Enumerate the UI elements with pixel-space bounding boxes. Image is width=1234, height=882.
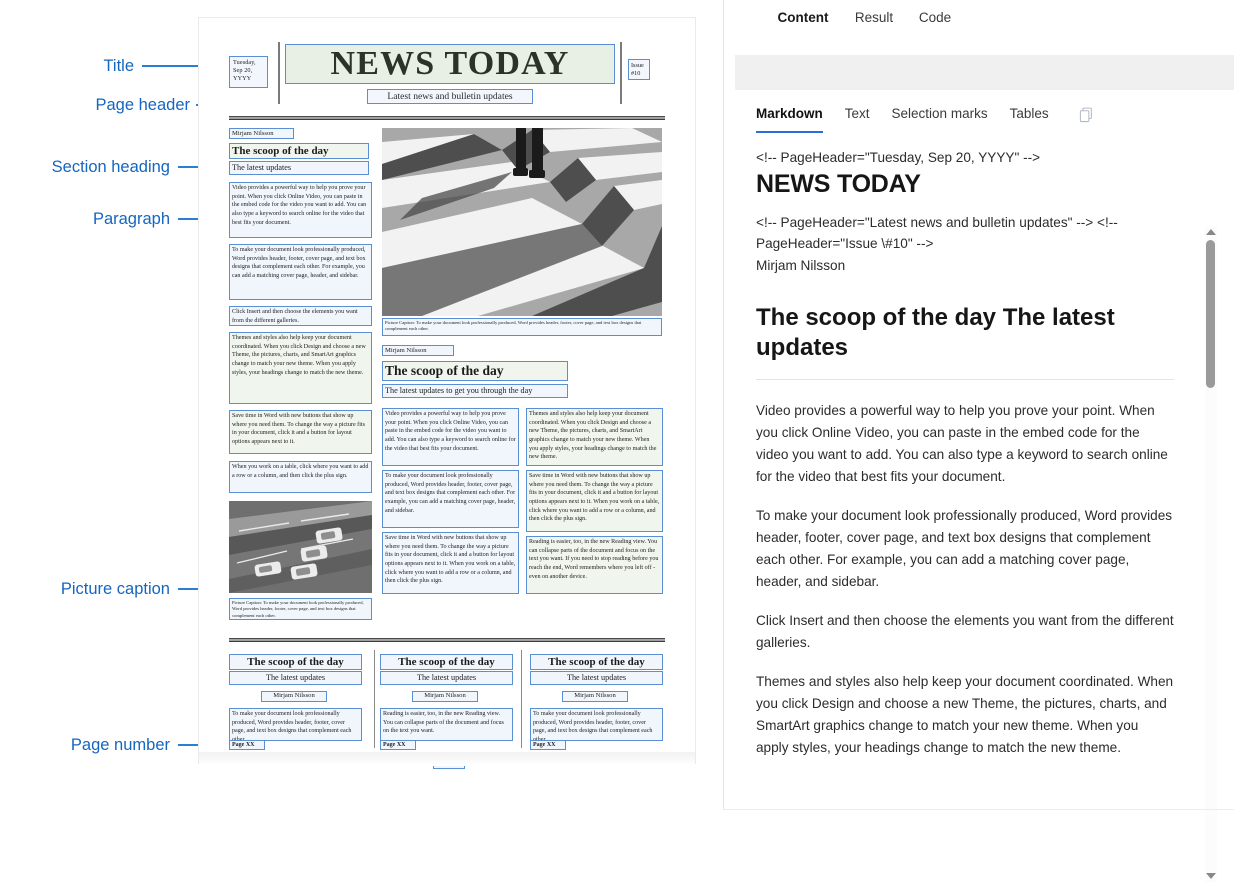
- markdown-paragraph-2: To make your document look professionall…: [756, 507, 1173, 589]
- subtab-selection-marks[interactable]: Selection marks: [892, 106, 988, 124]
- annotation-label-picture-caption: Picture caption: [60, 580, 170, 598]
- masthead-subtitle: Latest news and bulletin updates: [367, 89, 533, 104]
- bottom-card-3-subheading: The latest updates: [530, 671, 663, 685]
- markdown-paragraph-4: Themes and styles also help keep your do…: [756, 673, 1174, 755]
- annotation-label-title: Title: [103, 57, 134, 75]
- vertical-scrollbar[interactable]: [1205, 226, 1217, 882]
- section-two-heading: The scoop of the day: [382, 361, 568, 381]
- annotation-label-page-header: Page header: [95, 96, 191, 114]
- bottom-card-2-body: Reading is easier, too, in the new Readi…: [380, 708, 513, 741]
- annotation-label-paragraph: Paragraph: [92, 210, 170, 228]
- document-page: Tuesday, Sep 20, YYYY NEWS TODAY Latest …: [199, 18, 695, 769]
- bottom-card-1-heading: The scoop of the day: [229, 654, 362, 670]
- subtab-markdown-label: Markdown: [756, 106, 823, 121]
- issue-line-1: Issue: [631, 62, 644, 69]
- annotation-label-page-number: Page number: [70, 736, 170, 754]
- sub-tab-bar: Markdown Text Selection marks Tables: [756, 100, 1094, 133]
- section-two-byline: Mirjam Nilsson: [382, 345, 454, 356]
- masthead-title: NEWS TODAY: [285, 44, 615, 84]
- subtab-selection-marks-label: Selection marks: [891, 106, 988, 121]
- tab-result[interactable]: Result: [842, 0, 906, 35]
- bottom-card-3-heading: The scoop of the day: [530, 654, 663, 670]
- bottom-card-3-byline: Mirjam Nilsson: [562, 691, 628, 702]
- markdown-paragraph-3: Click Insert and then choose the element…: [756, 612, 1174, 650]
- bottom-card-3-body: To make your document look professionall…: [530, 708, 663, 741]
- masthead-date: Tuesday, Sep 20, YYYY: [229, 56, 268, 88]
- scrollbar-thumb[interactable]: [1206, 240, 1215, 388]
- section-two-left-paragraph-2: To make your document look professionall…: [382, 470, 519, 528]
- date-line-3: YYYY: [233, 75, 252, 83]
- subtab-text-label: Text: [844, 106, 870, 121]
- bottom-card-1-byline: Mirjam Nilsson: [261, 691, 327, 702]
- scroll-up-arrow-icon[interactable]: [1206, 229, 1216, 235]
- document-page-shadow: [199, 752, 695, 766]
- section-one-byline: Mirjam Nilsson: [229, 128, 294, 139]
- scroll-down-arrow-icon[interactable]: [1206, 873, 1216, 879]
- tab-strip: [724, 55, 1234, 90]
- masthead-right-rule: [620, 42, 622, 104]
- tab-content-label: Content: [777, 10, 829, 25]
- bottom-card-1-subheading: The latest updates: [229, 671, 362, 685]
- section-one-picture-caption: Picture Caption: To make your document l…: [382, 318, 662, 336]
- subtab-text[interactable]: Text: [845, 106, 870, 124]
- subtab-markdown[interactable]: Markdown: [756, 106, 823, 133]
- cars-photo: [229, 501, 372, 593]
- bottom-column-rule-1: [374, 650, 375, 748]
- tab-strip-left-edge: [724, 55, 735, 90]
- section-one-paragraph-5: Save time in Word with new buttons that …: [229, 410, 372, 454]
- bottom-card-3-page: Page XX: [530, 740, 566, 750]
- markdown-comment-1: <!-- PageHeader="Tuesday, Sep 20, YYYY" …: [756, 150, 1041, 165]
- section-two-right-paragraph-1: Themes and styles also help keep your do…: [526, 408, 663, 466]
- markdown-paragraph-1: Video provides a powerful way to help yo…: [756, 402, 1168, 484]
- subtab-tables-label: Tables: [1009, 106, 1049, 121]
- masthead-issue: Issue #10: [628, 59, 650, 80]
- bottom-section-divider: [229, 638, 665, 642]
- document-masthead: Tuesday, Sep 20, YYYY NEWS TODAY Latest …: [199, 18, 695, 104]
- crosswalk-photo: [382, 128, 662, 316]
- masthead-left-rule: [278, 42, 280, 104]
- bottom-card-1-page: Page XX: [229, 740, 265, 750]
- section-one-paragraph-2: To make your document look professionall…: [229, 244, 372, 300]
- masthead-divider: [229, 116, 665, 120]
- markdown-h2: The scoop of the day The latest updates: [756, 303, 1115, 361]
- panel-body: Markdown Text Selection marks Tables <!-…: [724, 90, 1234, 882]
- analysis-results-panel: Content Result Code Markdown Text Select…: [723, 0, 1234, 882]
- bottom-card-2-byline: Mirjam Nilsson: [412, 691, 478, 702]
- annotated-document-preview: Title Page header Section heading Paragr…: [0, 0, 720, 810]
- bottom-card-2-heading: The scoop of the day: [380, 654, 513, 670]
- subtab-tables[interactable]: Tables: [1010, 106, 1049, 124]
- section-one-heading: The scoop of the day: [229, 143, 369, 159]
- tab-code[interactable]: Code: [906, 0, 964, 35]
- section-two-left-paragraph-3: Save time in Word with new buttons that …: [382, 532, 519, 594]
- tab-content[interactable]: Content: [764, 0, 842, 35]
- section-one-paragraph-3: Click Insert and then choose the element…: [229, 306, 372, 326]
- section-one-paragraph-1: Video provides a powerful way to help yo…: [229, 182, 372, 238]
- section-two-right-paragraph-3: Reading is easier, too, in the new Readi…: [526, 536, 663, 594]
- bottom-card-2-subheading: The latest updates: [380, 671, 513, 685]
- markdown-output: <!-- PageHeader="Tuesday, Sep 20, YYYY" …: [756, 148, 1174, 793]
- bottom-column-rule-2: [521, 650, 522, 748]
- markdown-divider: [756, 378, 1174, 380]
- tab-result-label: Result: [854, 10, 894, 25]
- copy-icon[interactable]: [1079, 107, 1094, 123]
- annotation-label-section-heading: Section heading: [51, 158, 170, 176]
- date-line-1: Tuesday,: [233, 59, 256, 66]
- section-one-paragraph-6: When you work on a table, click where yo…: [229, 461, 372, 493]
- section-one-subheading: The latest updates: [229, 161, 369, 175]
- date-line-2: Sep 20,: [233, 67, 253, 75]
- markdown-h1: NEWS TODAY: [756, 170, 921, 199]
- section-two-picture-caption: Picture Caption: To make your document l…: [229, 598, 372, 620]
- tab-code-label: Code: [918, 10, 952, 25]
- section-two-subheading: The latest updates to get you through th…: [382, 384, 568, 398]
- issue-line-2: #10: [631, 70, 641, 78]
- markdown-author: Mirjam Nilsson: [756, 258, 846, 274]
- section-two-left-paragraph-1: Video provides a powerful way to help yo…: [382, 408, 519, 466]
- bottom-card-1-body: To make your document look professionall…: [229, 708, 362, 741]
- section-one-paragraph-4: Themes and styles also help keep your do…: [229, 332, 372, 404]
- markdown-comment-2: <!-- PageHeader="Latest news and bulleti…: [756, 215, 1118, 251]
- section-two-right-paragraph-2: Save time in Word with new buttons that …: [526, 470, 663, 532]
- bottom-card-2-page: Page XX: [380, 740, 416, 750]
